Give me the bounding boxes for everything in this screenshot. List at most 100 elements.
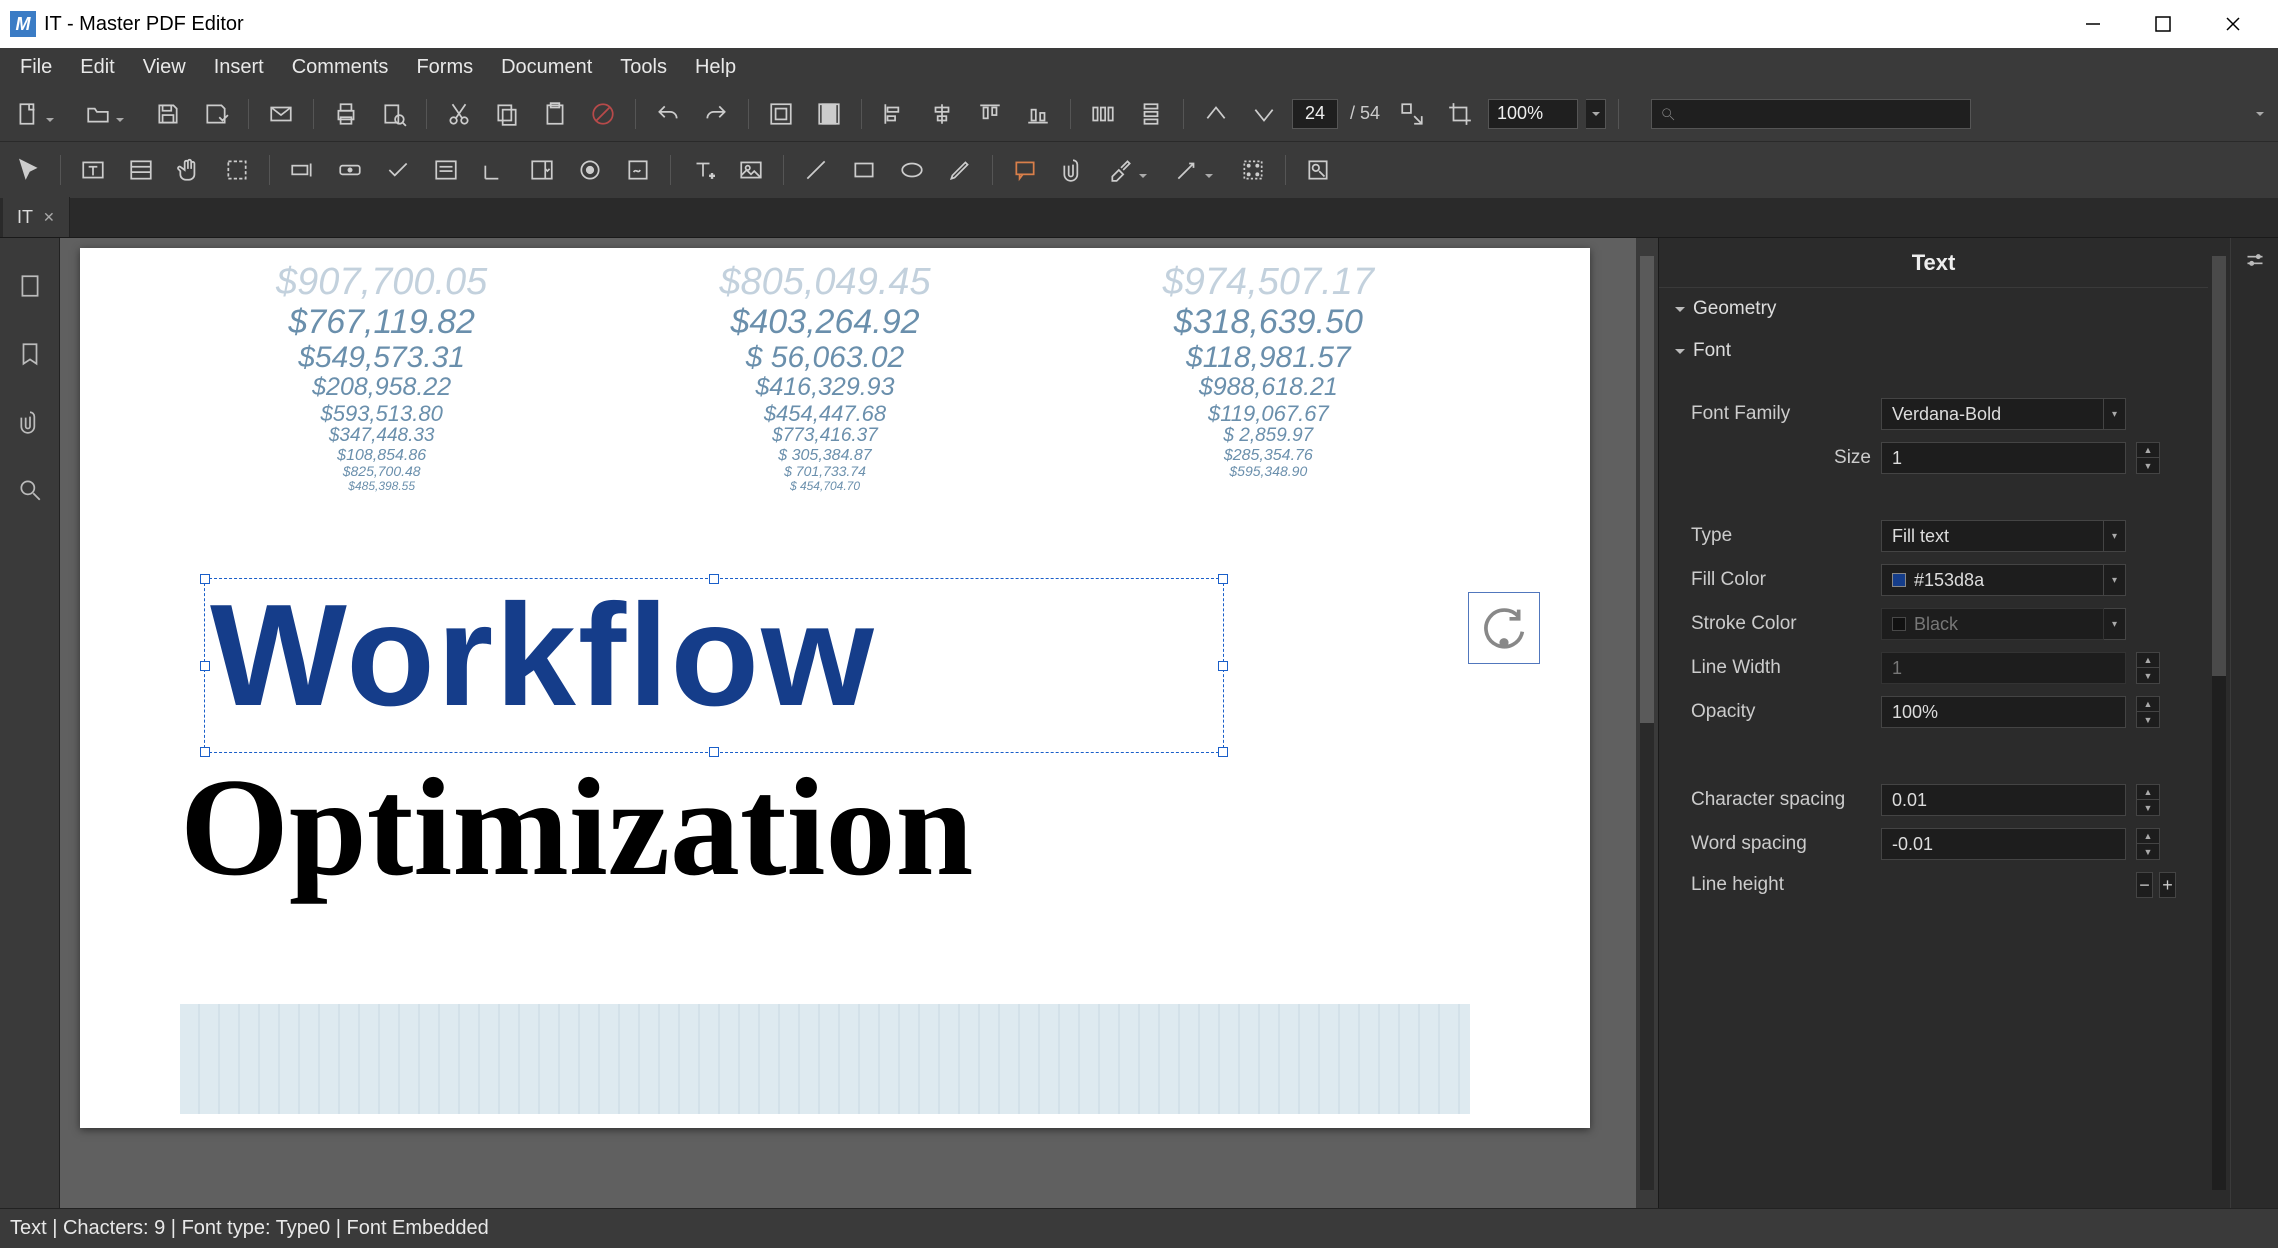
maximize-button[interactable] <box>2128 0 2198 48</box>
zoom-dropdown[interactable] <box>1586 99 1606 129</box>
tab-it[interactable]: IT ✕ <box>3 197 70 237</box>
menu-file[interactable]: File <box>6 50 66 85</box>
font-size-spinner[interactable]: ▲▼ <box>2136 442 2160 474</box>
type-select[interactable]: Fill text <box>1881 520 2104 552</box>
minimize-button[interactable] <box>2058 0 2128 48</box>
char-spacing-input[interactable]: 0.01 <box>1881 784 2126 816</box>
page-number-input[interactable] <box>1292 99 1338 129</box>
line-height-buttons[interactable]: −+ <box>2136 872 2176 898</box>
line-height-minus[interactable]: − <box>2136 872 2153 898</box>
select-area-tool[interactable] <box>217 150 257 190</box>
opacity-input[interactable]: 100% <box>1881 696 2126 728</box>
resize-handle-nw[interactable] <box>200 574 210 584</box>
resize-handle-e[interactable] <box>1218 661 1228 671</box>
attachments-panel-button[interactable] <box>10 402 50 442</box>
bookmarks-panel-button[interactable] <box>10 334 50 374</box>
resize-handle-ne[interactable] <box>1218 574 1228 584</box>
prohibit-icon[interactable] <box>583 94 623 134</box>
type-dropdown[interactable]: ▾ <box>2104 520 2126 552</box>
font-size-input[interactable]: 1 <box>1881 442 2126 474</box>
attachment-tool[interactable] <box>1053 150 1093 190</box>
distribute-h-button[interactable] <box>1083 94 1123 134</box>
resize-handle-w[interactable] <box>200 661 210 671</box>
resize-handle-n[interactable] <box>709 574 719 584</box>
pages-panel-button[interactable] <box>10 266 50 306</box>
checkbox-tool[interactable] <box>378 150 418 190</box>
line-tool[interactable] <box>796 150 836 190</box>
insert-image-tool[interactable] <box>731 150 771 190</box>
char-spacing-spinner[interactable]: ▲▼ <box>2136 784 2160 816</box>
signature-field-tool[interactable] <box>474 150 514 190</box>
word-spacing-spinner[interactable]: ▲▼ <box>2136 828 2160 860</box>
undo-button[interactable] <box>648 94 688 134</box>
link-tool[interactable] <box>1233 150 1273 190</box>
fit-page-button[interactable] <box>761 94 801 134</box>
fit-width-button[interactable] <box>809 94 849 134</box>
section-font[interactable]: Font <box>1671 330 2196 372</box>
fill-color-dropdown[interactable]: ▾ <box>2104 564 2126 596</box>
select-tool[interactable] <box>8 150 48 190</box>
zoom-select[interactable]: 100% <box>1488 99 1578 129</box>
word-spacing-input[interactable]: -0.01 <box>1881 828 2126 860</box>
panel-scrollbar[interactable] <box>2208 238 2230 1208</box>
menu-edit[interactable]: Edit <box>66 50 128 85</box>
menu-comments[interactable]: Comments <box>278 50 403 85</box>
listbox-tool[interactable] <box>426 150 466 190</box>
highlighter-tool[interactable] <box>1101 150 1141 190</box>
text-selection-box[interactable] <box>204 578 1224 753</box>
section-geometry[interactable]: Geometry <box>1671 288 2196 330</box>
text-optimization[interactable]: Optimization <box>180 747 973 908</box>
resize-handle-se[interactable] <box>1218 747 1228 757</box>
panel-scrollbar-thumb[interactable] <box>2212 256 2226 676</box>
menu-view[interactable]: View <box>129 50 200 85</box>
ellipse-tool[interactable] <box>892 150 932 190</box>
print-button[interactable] <box>326 94 366 134</box>
align-bottom-button[interactable] <box>1018 94 1058 134</box>
menu-help[interactable]: Help <box>681 50 750 85</box>
close-button[interactable] <box>2198 0 2268 48</box>
arrow-tool[interactable] <box>1167 150 1207 190</box>
settings-sliders-icon[interactable] <box>2242 250 2268 275</box>
save-as-button[interactable] <box>196 94 236 134</box>
comment-tool[interactable] <box>1005 150 1045 190</box>
align-top-button[interactable] <box>970 94 1010 134</box>
save-button[interactable] <box>148 94 188 134</box>
pdf-page[interactable]: $907,700.05$767,119.82$549,573.31$208,95… <box>80 248 1590 1128</box>
copy-button[interactable] <box>487 94 527 134</box>
menu-forms[interactable]: Forms <box>402 50 487 85</box>
align-left-button[interactable] <box>874 94 914 134</box>
new-doc-button[interactable] <box>8 94 48 134</box>
menu-tools[interactable]: Tools <box>606 50 681 85</box>
cut-button[interactable] <box>439 94 479 134</box>
edit-forms-tool[interactable] <box>121 150 161 190</box>
prev-page-button[interactable] <box>1196 94 1236 134</box>
canvas-viewport[interactable]: $907,700.05$767,119.82$549,573.31$208,95… <box>60 238 1636 1208</box>
tab-close-icon[interactable]: ✕ <box>43 209 55 226</box>
stamp-tool[interactable] <box>1298 150 1338 190</box>
search-panel-button[interactable] <box>10 470 50 510</box>
canvas-scrollbar[interactable] <box>1636 238 1658 1208</box>
print-preview-button[interactable] <box>374 94 414 134</box>
combobox-tool[interactable] <box>522 150 562 190</box>
email-button[interactable] <box>261 94 301 134</box>
rectangle-tool[interactable] <box>844 150 884 190</box>
align-center-button[interactable] <box>922 94 962 134</box>
fill-color-select[interactable]: #153d8a <box>1881 564 2104 596</box>
next-page-button[interactable] <box>1244 94 1284 134</box>
edit-text-tool[interactable] <box>73 150 113 190</box>
hand-tool[interactable] <box>169 150 209 190</box>
rotate-handle[interactable] <box>1468 592 1540 664</box>
open-button[interactable] <box>78 94 118 134</box>
menu-insert[interactable]: Insert <box>200 50 278 85</box>
line-height-plus[interactable]: + <box>2159 872 2176 898</box>
actual-size-button[interactable] <box>1392 94 1432 134</box>
opacity-spinner[interactable]: ▲▼ <box>2136 696 2160 728</box>
font-family-select[interactable]: Verdana-Bold <box>1881 398 2104 430</box>
text-field-tool[interactable] <box>282 150 322 190</box>
distribute-v-button[interactable] <box>1131 94 1171 134</box>
search-box[interactable] <box>1651 99 1971 129</box>
button-tool[interactable] <box>330 150 370 190</box>
sign-here-tool[interactable] <box>618 150 658 190</box>
crop-button[interactable] <box>1440 94 1480 134</box>
paste-button[interactable] <box>535 94 575 134</box>
